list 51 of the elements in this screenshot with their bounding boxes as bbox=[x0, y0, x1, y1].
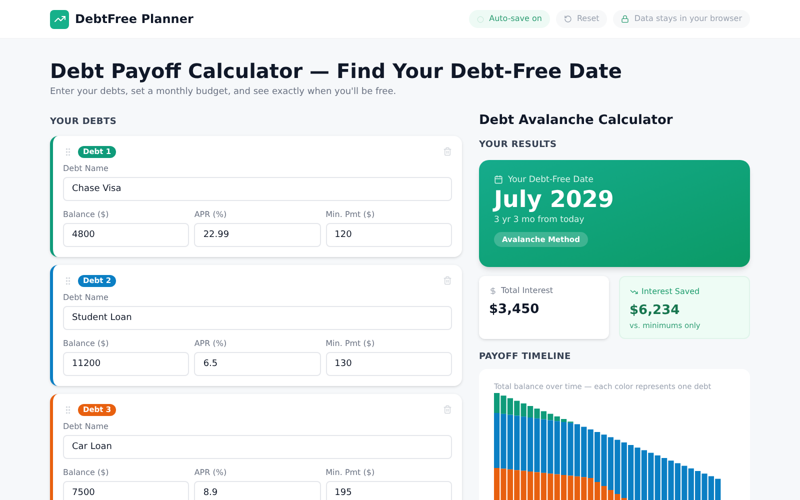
field-label: Debt Name bbox=[63, 422, 110, 432]
trend-down-icon bbox=[630, 288, 638, 296]
section-heading: PAYOFF TIMELINE bbox=[479, 350, 572, 362]
input-field[interactable]: Student Loan bbox=[63, 306, 452, 330]
lock-icon bbox=[621, 15, 630, 23]
field-label: Balance ($) bbox=[63, 338, 110, 348]
trash-icon[interactable] bbox=[443, 147, 452, 156]
field-label: APR (%) bbox=[194, 338, 228, 348]
trash-icon[interactable] bbox=[443, 276, 452, 285]
field-label: Min. Pmt ($) bbox=[326, 338, 376, 348]
calendar-icon bbox=[494, 175, 503, 184]
stat-label: Interest Saved bbox=[642, 286, 700, 298]
input-field[interactable]: 130 bbox=[326, 352, 452, 376]
status-circle-icon bbox=[477, 16, 484, 22]
field-label: APR (%) bbox=[194, 468, 228, 478]
input-field[interactable]: 4800 bbox=[63, 222, 190, 246]
field-label: Balance ($) bbox=[63, 210, 110, 220]
section-heading: YOUR DEBTS bbox=[50, 116, 118, 128]
drag-handle-icon[interactable] bbox=[63, 276, 73, 286]
input-field[interactable]: 7500 bbox=[63, 480, 190, 500]
input-field[interactable]: 6.5 bbox=[194, 352, 321, 376]
field-label: Min. Pmt ($) bbox=[326, 468, 376, 478]
input-field[interactable]: 11200 bbox=[63, 352, 190, 376]
input-field[interactable]: 8.9 bbox=[194, 480, 321, 500]
input-field[interactable]: 22.99 bbox=[194, 222, 321, 246]
page-title: Debt Payoff Calculator — Find Your Debt-Free Date bbox=[50, 58, 623, 84]
input-field[interactable]: Car Loan bbox=[63, 434, 452, 458]
input-field[interactable]: 195 bbox=[326, 480, 452, 500]
field-label: Min. Pmt ($) bbox=[326, 210, 376, 220]
trash-icon[interactable] bbox=[443, 405, 452, 414]
input-field[interactable]: 120 bbox=[326, 222, 452, 246]
stat-label: Total Interest bbox=[501, 284, 554, 296]
logo-icon bbox=[50, 10, 69, 28]
calculator-title: Debt Avalanche Calculator bbox=[479, 112, 674, 128]
page-subtitle: Enter your debts, set a monthly budget, and see exactly when you'll be free. bbox=[50, 86, 398, 99]
brand-name: DebtFree Planner bbox=[75, 11, 194, 28]
drag-handle-icon[interactable] bbox=[63, 404, 73, 414]
drag-handle-icon[interactable] bbox=[63, 146, 73, 156]
field-label: Debt Name bbox=[63, 164, 110, 174]
section-heading: YOUR RESULTS bbox=[479, 138, 558, 150]
field-label: APR (%) bbox=[194, 210, 228, 220]
reset-icon bbox=[564, 15, 572, 23]
date-label: Your Debt-Free Date bbox=[508, 174, 594, 186]
dollar-icon bbox=[489, 286, 497, 294]
time-from-today: 3 yr 3 mo from today bbox=[494, 214, 586, 227]
input-field[interactable]: Chase Visa bbox=[63, 176, 452, 200]
field-label: Balance ($) bbox=[63, 468, 110, 478]
debt-free-date: July 2029 bbox=[494, 186, 615, 214]
stat-value: $3,450 bbox=[489, 300, 540, 318]
field-label: Debt Name bbox=[63, 292, 110, 302]
stat-value: $6,234 bbox=[630, 302, 681, 320]
